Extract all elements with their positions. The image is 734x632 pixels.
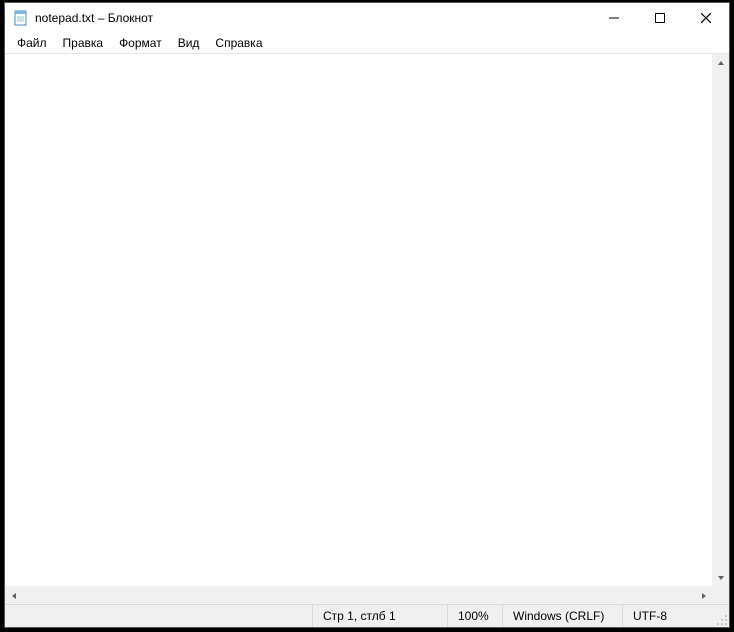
notepad-app-icon	[13, 10, 29, 26]
scroll-down-arrow-icon[interactable]	[712, 569, 729, 586]
vertical-scrollbar[interactable]	[712, 54, 729, 586]
status-encoding: UTF-8	[622, 605, 712, 627]
titlebar[interactable]: notepad.txt – Блокнот	[5, 3, 729, 33]
scroll-corner	[712, 587, 729, 604]
status-line-ending: Windows (CRLF)	[502, 605, 622, 627]
maximize-button[interactable]	[637, 3, 683, 33]
menu-help[interactable]: Справка	[207, 34, 270, 52]
content-area	[5, 54, 729, 604]
window-title: notepad.txt – Блокнот	[35, 11, 153, 25]
notepad-window: notepad.txt – Блокнот Файл Правка Формат…	[4, 2, 730, 628]
menu-format[interactable]: Формат	[111, 34, 170, 52]
scroll-right-arrow-icon[interactable]	[695, 587, 712, 604]
menubar: Файл Правка Формат Вид Справка	[5, 33, 729, 54]
resize-grip-icon[interactable]	[712, 605, 729, 627]
status-zoom: 100%	[447, 605, 502, 627]
minimize-button[interactable]	[591, 3, 637, 33]
statusbar: Стр 1, стлб 1 100% Windows (CRLF) UTF-8	[5, 604, 729, 627]
horizontal-scrollbar[interactable]	[5, 587, 729, 604]
menu-edit[interactable]: Правка	[55, 34, 112, 52]
scroll-left-arrow-icon[interactable]	[5, 587, 22, 604]
vertical-scroll-track[interactable]	[712, 71, 729, 569]
menu-file[interactable]: Файл	[9, 34, 55, 52]
close-button[interactable]	[683, 3, 729, 33]
status-cursor-position: Стр 1, стлб 1	[312, 605, 447, 627]
horizontal-scroll-track[interactable]	[22, 587, 695, 604]
text-editor[interactable]	[5, 54, 712, 586]
scroll-up-arrow-icon[interactable]	[712, 54, 729, 71]
menu-view[interactable]: Вид	[170, 34, 208, 52]
